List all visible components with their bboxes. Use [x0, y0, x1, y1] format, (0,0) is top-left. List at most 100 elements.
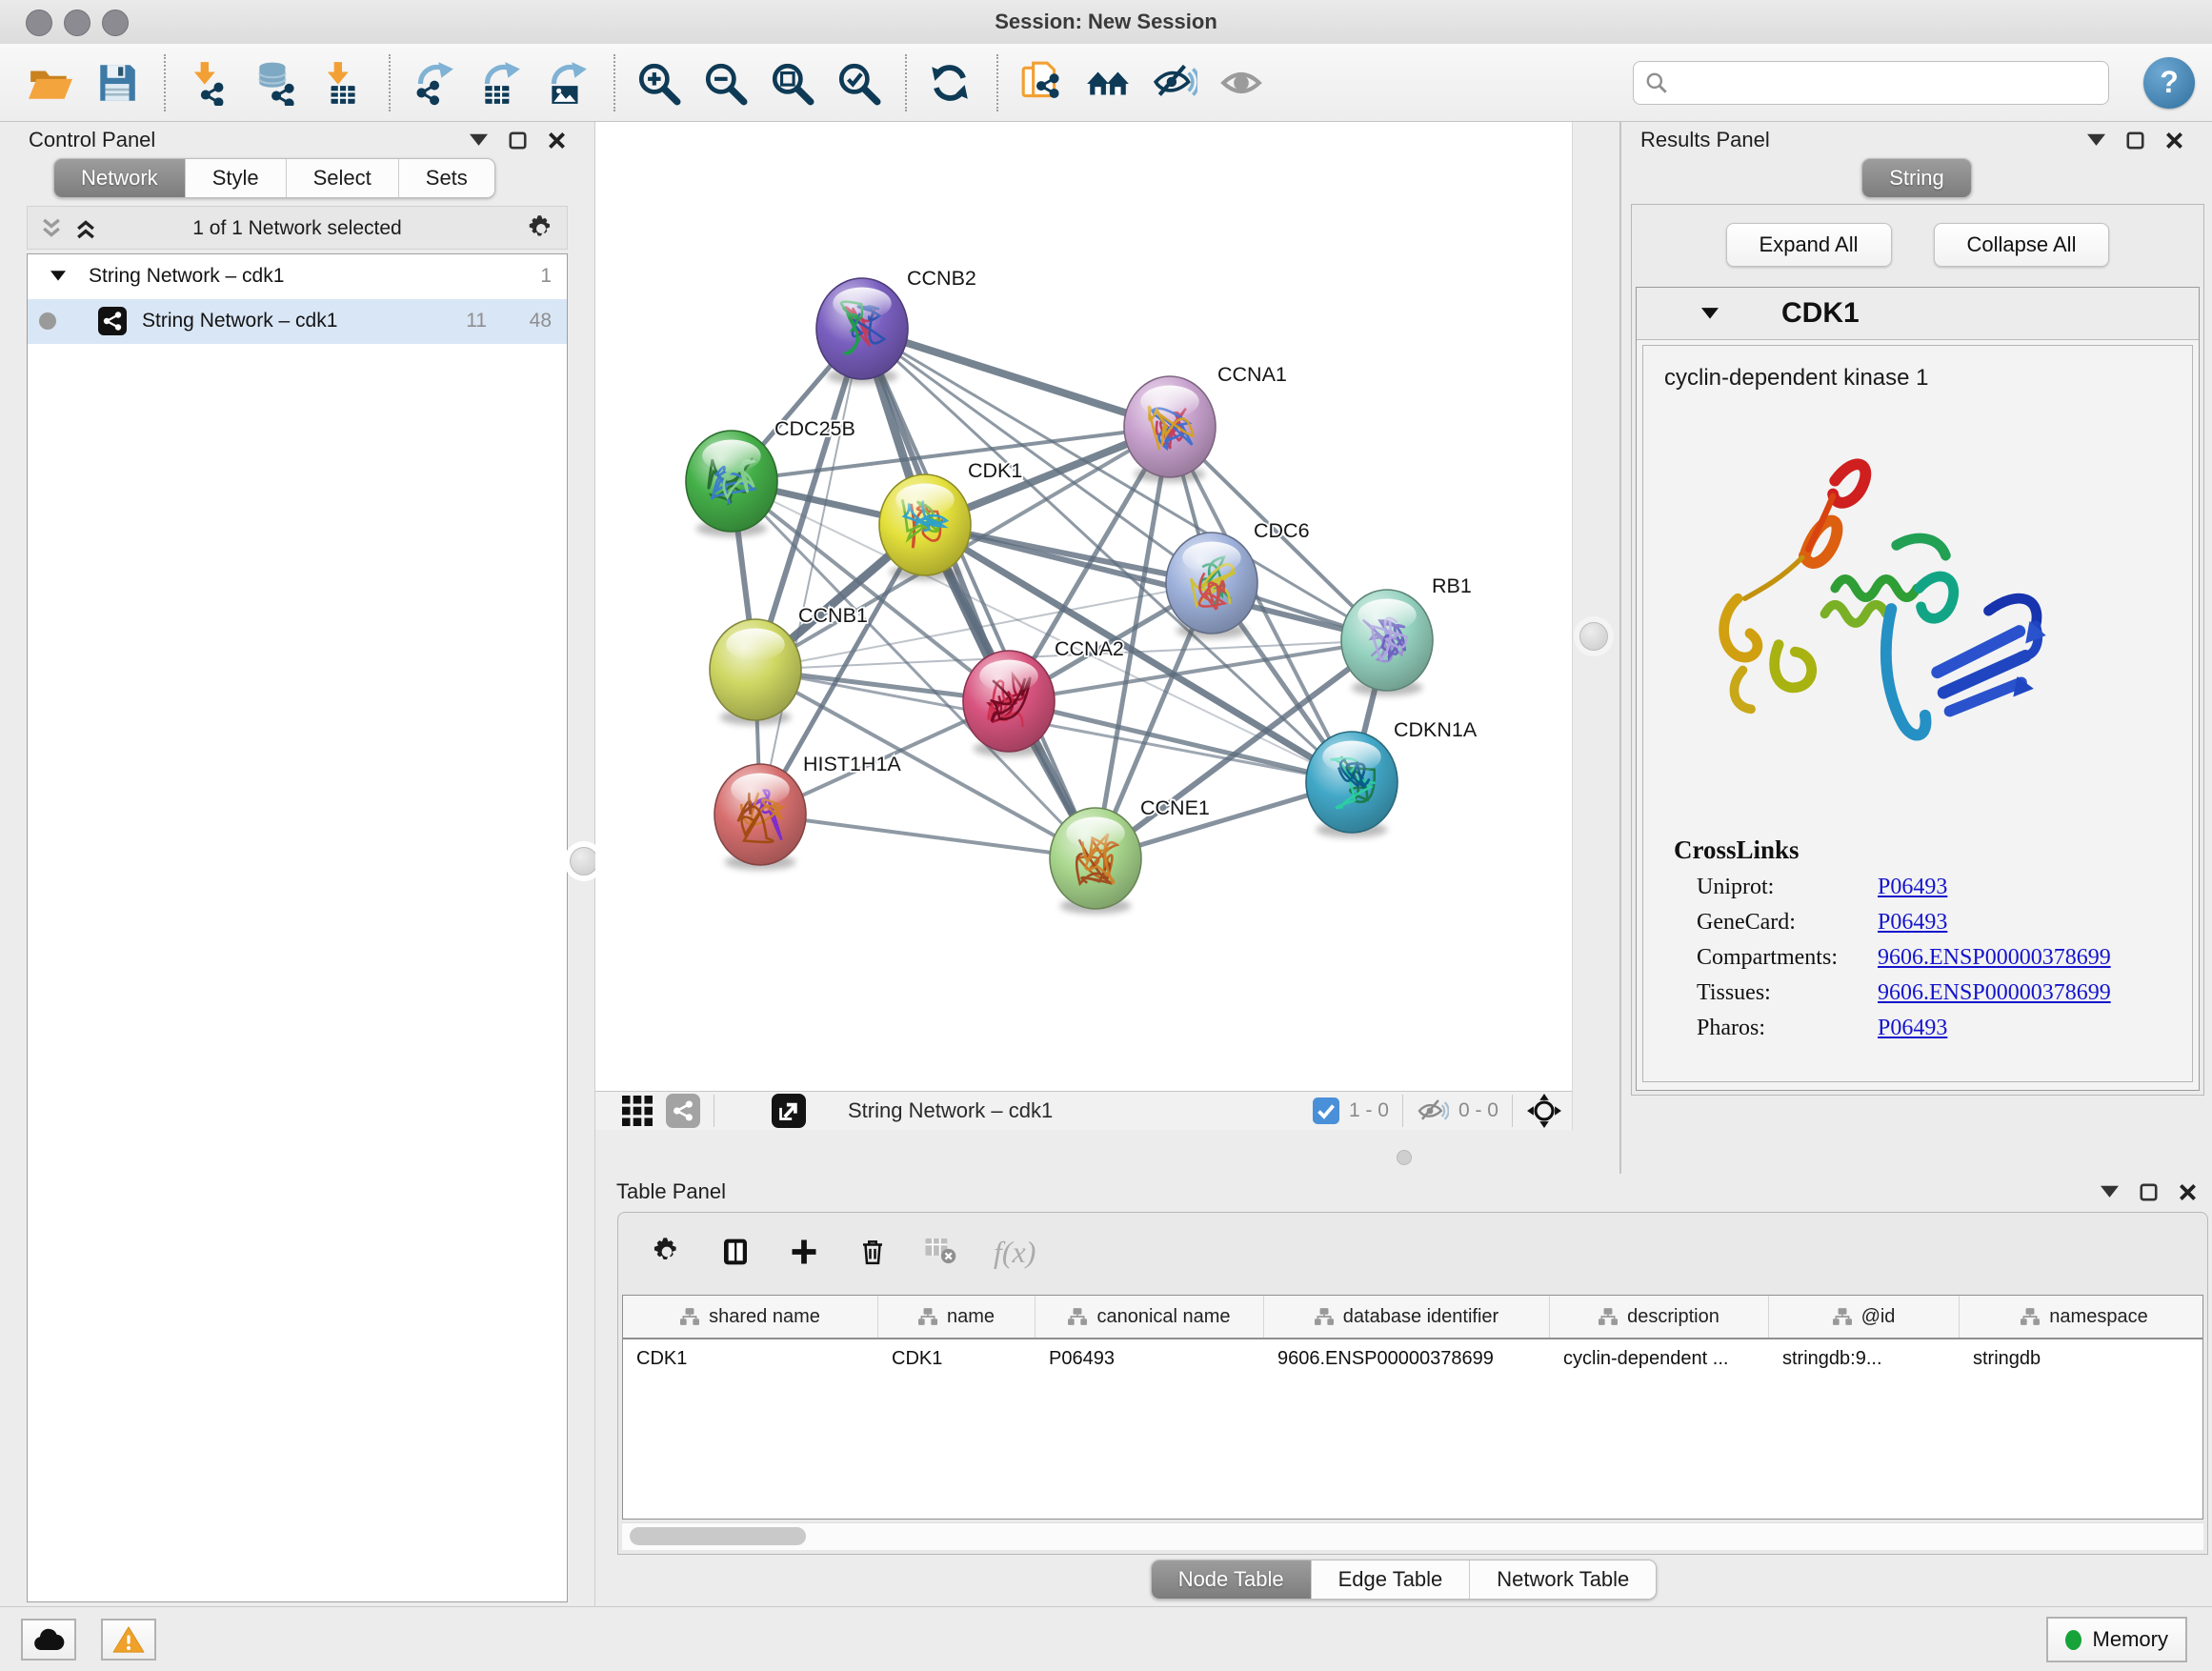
column-type-icon	[680, 1308, 699, 1325]
save-button[interactable]	[91, 53, 143, 112]
column-type-icon	[2021, 1308, 2040, 1325]
table-cell: cyclin-dependent ...	[1550, 1339, 1769, 1381]
crosslink-label: Pharos:	[1697, 1016, 1878, 1041]
network-node-CCNB2[interactable]: CCNB2	[816, 267, 976, 384]
export-network-button[interactable]	[408, 53, 459, 112]
zoom-out-button[interactable]	[699, 53, 751, 112]
network-edge-CCNE1-HIST1H1A[interactable]	[760, 815, 1096, 858]
zoom-fit-button[interactable]	[766, 53, 817, 112]
crosslink-link[interactable]: 9606.ENSP00000378699	[1878, 980, 2111, 1006]
show-eye-button[interactable]	[1216, 53, 1267, 112]
network-edge-CCNA2-CDKN1A[interactable]	[1009, 701, 1352, 782]
tab-network-table[interactable]: Network Table	[1470, 1560, 1656, 1599]
collection-count: 1	[540, 265, 552, 288]
selected-checkbox-icon[interactable]	[1313, 1097, 1339, 1124]
panel-close-icon[interactable]	[2165, 131, 2183, 150]
network-options-gear-icon[interactable]	[527, 214, 555, 243]
show-columns-button[interactable]	[719, 1236, 752, 1268]
search-input[interactable]	[1633, 61, 2109, 105]
table-header-row: shared namenamecanonical namedatabase id…	[623, 1296, 2202, 1339]
panel-menu-icon[interactable]	[2101, 1183, 2119, 1201]
horizontal-splitter-handle[interactable]	[1397, 1150, 1412, 1165]
tab-network[interactable]: Network	[54, 159, 186, 197]
tab-style[interactable]: Style	[186, 159, 287, 197]
zoom-in-button[interactable]	[633, 53, 684, 112]
cloud-status-button[interactable]	[21, 1619, 76, 1661]
scrollbar-thumb[interactable]	[630, 1527, 806, 1545]
column-header-namespace[interactable]: namespace	[1960, 1296, 2203, 1338]
column-header-database-identifier[interactable]: database identifier	[1264, 1296, 1550, 1338]
tab-edge-table[interactable]: Edge Table	[1312, 1560, 1471, 1599]
delete-column-button[interactable]	[856, 1236, 889, 1268]
network-canvas[interactable]: CCNB2 CCNA1 CDC25B CDK1 CDC6 RB1 CCNB1	[595, 122, 1572, 1091]
table-toolbar: f(x)	[618, 1213, 2207, 1291]
crosslink-link[interactable]: 9606.ENSP00000378699	[1878, 945, 2111, 971]
panel-close-icon[interactable]	[2179, 1183, 2197, 1201]
delete-table-button[interactable]	[925, 1236, 957, 1268]
export-table-button[interactable]	[474, 53, 526, 112]
warnings-button[interactable]	[101, 1619, 156, 1661]
import-table-button[interactable]	[316, 53, 368, 112]
add-column-button[interactable]	[788, 1236, 820, 1268]
hidden-items-icon[interactable]	[1417, 1097, 1449, 1125]
right-splitter[interactable]	[1572, 122, 1619, 1174]
network-node-RB1[interactable]: RB1	[1341, 574, 1472, 695]
network-node-CDC6[interactable]: CDC6	[1166, 519, 1310, 638]
panel-menu-icon[interactable]	[2087, 131, 2105, 150]
crosslink-link[interactable]: P06493	[1878, 910, 1947, 936]
center-view-icon[interactable]	[1526, 1093, 1562, 1129]
share-file-button[interactable]	[1016, 53, 1067, 112]
help-button[interactable]: ?	[2143, 57, 2195, 109]
column-header-@id[interactable]: @id	[1769, 1296, 1960, 1338]
horizontal-splitter[interactable]	[595, 1130, 1619, 1174]
table-settings-button[interactable]	[651, 1236, 683, 1268]
network-node-CDKN1A[interactable]: CDKN1A	[1306, 718, 1478, 837]
export-image-button[interactable]	[541, 53, 593, 112]
tab-node-table[interactable]: Node Table	[1152, 1560, 1312, 1599]
network-node-CDK1[interactable]: CDK1	[879, 459, 1022, 580]
tab-select[interactable]: Select	[287, 159, 399, 197]
node-label: CDC6	[1254, 519, 1310, 542]
network-edge-CCNB2-CCNE1[interactable]	[862, 329, 1096, 858]
column-header-name[interactable]: name	[878, 1296, 1036, 1338]
network-row-selected[interactable]: String Network – cdk1 11 48	[28, 299, 567, 344]
table-cell: P06493	[1036, 1339, 1264, 1381]
tab-sets[interactable]: Sets	[399, 159, 494, 197]
panel-float-icon[interactable]	[2140, 1183, 2158, 1201]
panel-menu-icon[interactable]	[470, 131, 488, 150]
left-splitter-handle[interactable]	[570, 847, 598, 876]
import-network-button[interactable]	[183, 53, 234, 112]
share-network-button[interactable]	[666, 1094, 700, 1128]
function-builder-button[interactable]: f(x)	[994, 1235, 1036, 1270]
gene-entry-header[interactable]: CDK1	[1637, 288, 2199, 340]
column-header-canonical-name[interactable]: canonical name	[1036, 1296, 1264, 1338]
column-header-description[interactable]: description	[1550, 1296, 1769, 1338]
right-splitter-handle[interactable]	[1579, 622, 1608, 651]
network-collection-row[interactable]: String Network – cdk1 1	[28, 254, 567, 299]
zoom-selected-button[interactable]	[833, 53, 884, 112]
tab-string[interactable]: String	[1862, 159, 1970, 197]
open-button[interactable]	[25, 53, 76, 112]
table-row[interactable]: CDK1CDK1P064939606.ENSP00000378699cyclin…	[623, 1339, 2202, 1381]
import-database-button[interactable]	[250, 53, 301, 112]
refresh-button[interactable]	[924, 53, 975, 112]
collection-expander-icon[interactable]	[50, 271, 66, 282]
collapse-all-button[interactable]: Collapse All	[1934, 223, 2110, 267]
hide-eye-button[interactable]	[1149, 53, 1200, 112]
panel-close-icon[interactable]	[548, 131, 566, 150]
panel-float-icon[interactable]	[2126, 131, 2144, 150]
memory-button[interactable]: Memory	[2046, 1617, 2187, 1662]
network-node-CCNE1[interactable]: CCNE1	[1050, 796, 1210, 914]
crosslink-link[interactable]: P06493	[1878, 875, 1947, 900]
column-header-shared-name[interactable]: shared name	[623, 1296, 878, 1338]
crosslink-link[interactable]: P06493	[1878, 1016, 1947, 1041]
expand-all-button[interactable]: Expand All	[1726, 223, 1892, 267]
network-edge-CCNB2-CCNA1[interactable]	[862, 329, 1170, 427]
detach-view-button[interactable]	[772, 1094, 806, 1128]
table-horizontal-scrollbar[interactable]	[622, 1522, 2203, 1550]
entry-expander-icon[interactable]	[1701, 308, 1719, 320]
homes-button[interactable]	[1082, 53, 1134, 112]
network-node-HIST1H1A[interactable]: HIST1H1A	[714, 753, 901, 870]
panel-float-icon[interactable]	[509, 131, 527, 150]
view-grid-button[interactable]	[622, 1096, 653, 1126]
